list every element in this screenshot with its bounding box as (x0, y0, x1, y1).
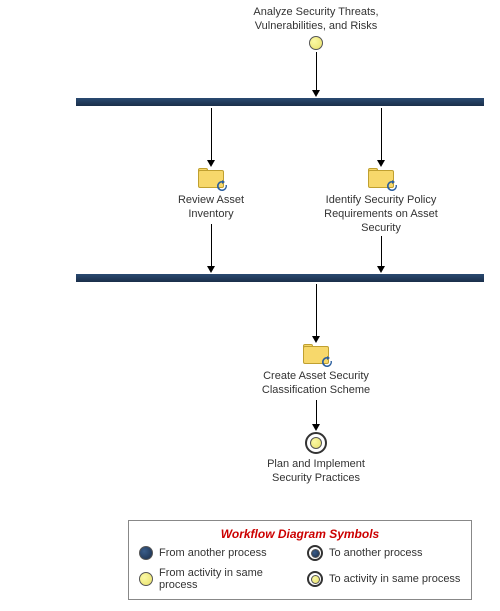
arrow-head-icon (377, 160, 385, 167)
legend-text: To another process (329, 547, 423, 559)
legend: Workflow Diagram Symbols From another pr… (128, 520, 472, 600)
arrow-head-icon (207, 266, 215, 273)
legend-symbol-yellow-ring (307, 571, 323, 587)
legend-item: From another process (139, 545, 293, 561)
start-node (309, 36, 323, 50)
legend-title: Workflow Diagram Symbols (139, 527, 461, 541)
legend-item: To another process (307, 545, 461, 561)
refresh-icon (216, 180, 228, 192)
refresh-icon (321, 356, 333, 368)
arrow (381, 108, 382, 160)
legend-symbol-navy-solid (139, 546, 153, 560)
arrow (211, 224, 212, 266)
arrow-head-icon (207, 160, 215, 167)
arrow-head-icon (312, 336, 320, 343)
arrow-head-icon (312, 424, 320, 431)
arrow (316, 52, 317, 90)
legend-text: From another process (159, 547, 267, 559)
legend-text: To activity in same process (329, 573, 460, 585)
fork-bar (76, 98, 484, 106)
activity-right-label: Identify Security Policy Requirements on… (316, 194, 446, 235)
arrow (316, 284, 317, 336)
legend-item: To activity in same process (307, 567, 461, 591)
start-activity-label: Analyze Security Threats, Vulnerabilitie… (226, 6, 406, 34)
activity-icon (368, 168, 394, 188)
join-bar (76, 274, 484, 282)
activity-icon (303, 344, 329, 364)
end-node (305, 432, 327, 454)
legend-symbol-yellow-solid (139, 572, 153, 586)
arrow (381, 236, 382, 266)
legend-symbol-navy-ring (307, 545, 323, 561)
legend-item: From activity in same process (139, 567, 293, 591)
arrow-head-icon (377, 266, 385, 273)
arrow (211, 108, 212, 160)
end-activity-label: Plan and Implement Security Practices (256, 458, 376, 486)
legend-text: From activity in same process (159, 567, 293, 591)
activity-merge-label: Create Asset Security Classification Sch… (251, 370, 381, 398)
arrow-head-icon (312, 90, 320, 97)
activity-icon (198, 168, 224, 188)
activity-left-label: Review Asset Inventory (161, 194, 261, 222)
arrow (316, 400, 317, 424)
refresh-icon (386, 180, 398, 192)
